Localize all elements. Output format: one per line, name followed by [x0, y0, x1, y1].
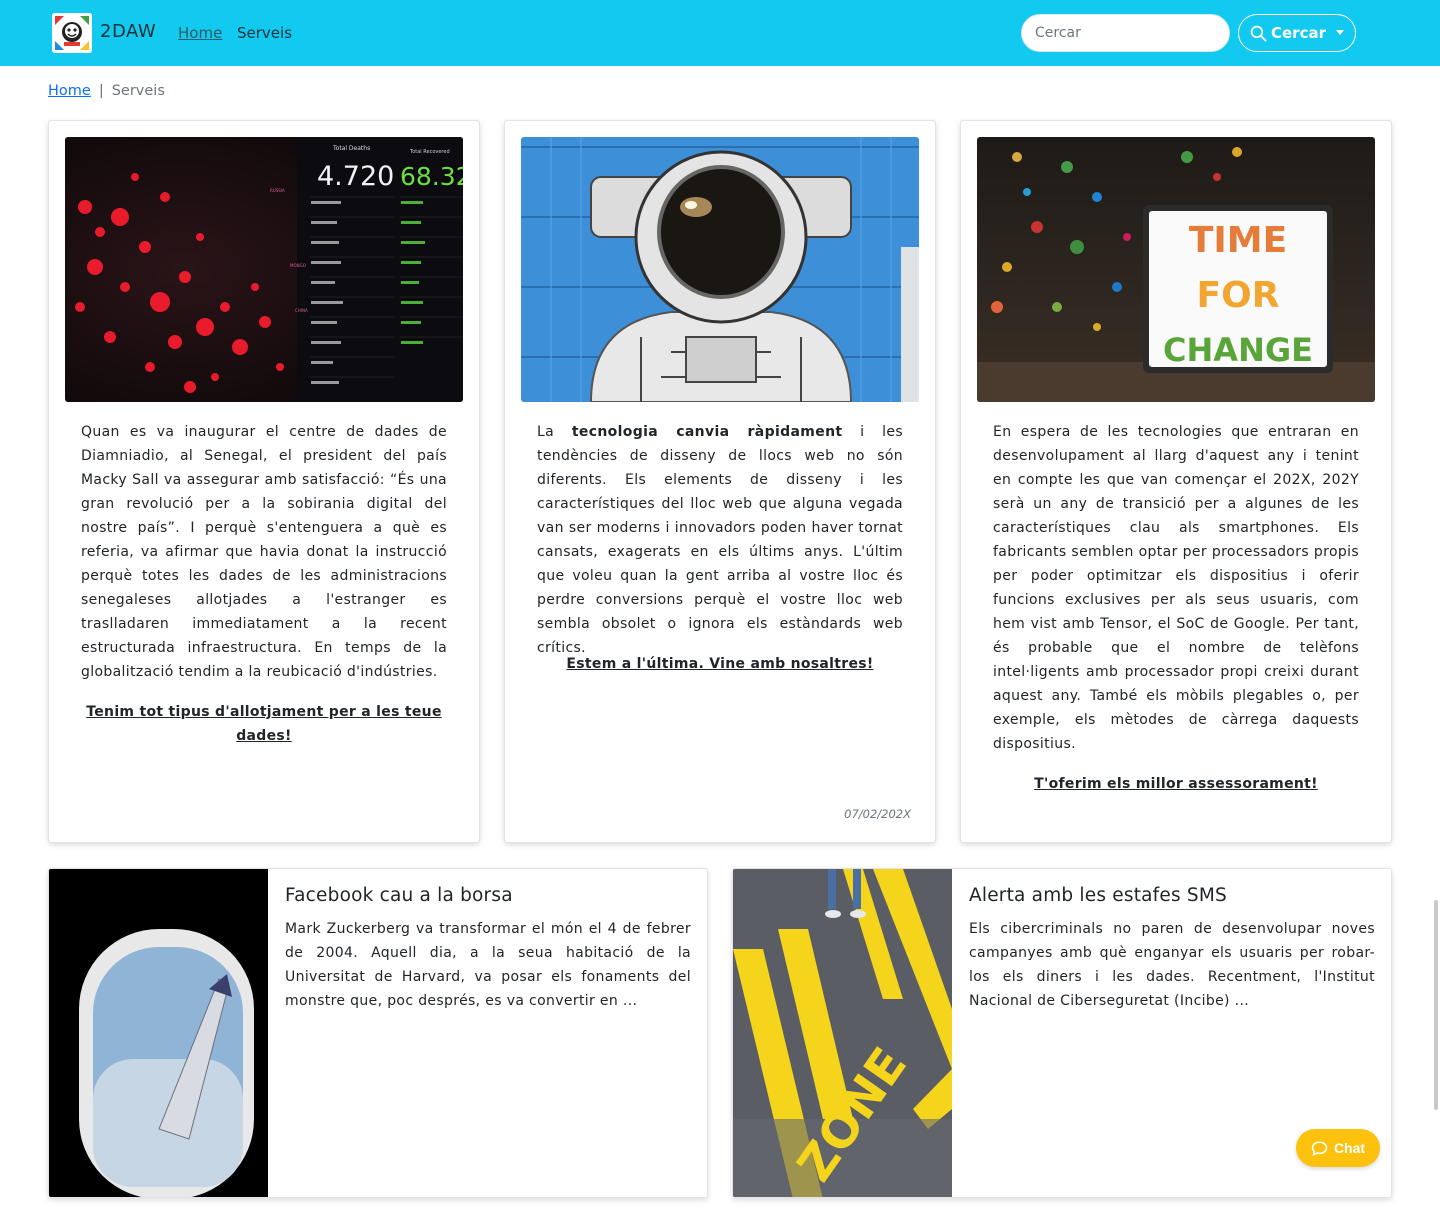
- image-total-deaths: 4.720: [317, 161, 394, 192]
- time-for-change-lightbox-image: TIME FOR CHANGE: [977, 137, 1375, 402]
- chat-bubble-icon: [1311, 1140, 1328, 1156]
- card-tecnologia-cta-link[interactable]: Estem a l'última. Vine amb nosaltres!: [537, 652, 903, 676]
- search-icon: [1250, 25, 1267, 41]
- page-scrollbar[interactable]: [1434, 900, 1438, 1110]
- breadcrumb-home[interactable]: Home: [48, 83, 91, 99]
- brand-name[interactable]: 2DAW: [100, 21, 156, 42]
- image-text-time: TIME: [1189, 220, 1287, 261]
- service-card-tecnologia: La tecnologia canvia ràpidament i les te…: [504, 120, 936, 843]
- breadcrumb: Home | Serveis: [48, 83, 165, 99]
- brand-logo[interactable]: [52, 13, 92, 53]
- service-card-smartphones: TIME FOR CHANGE En espera de les tecnolo…: [960, 120, 1392, 843]
- chat-label: Chat: [1333, 1140, 1366, 1156]
- card-datacenter-cta-link[interactable]: Tenim tot tipus d'allotjament per a les …: [81, 700, 447, 748]
- card-tecnologia-date: 07/02/202X: [844, 807, 911, 821]
- card-tecnologia-highlight: tecnologia canvia ràpidament: [571, 424, 843, 440]
- breadcrumb-current: Serveis: [111, 83, 165, 99]
- card-datacenter-text: Quan es va inaugurar el centre de dades …: [81, 424, 447, 680]
- svg-text:MONGO: MONGO: [290, 263, 306, 268]
- image-text-for: FOR: [1197, 275, 1280, 316]
- chat-button[interactable]: Chat: [1296, 1129, 1380, 1167]
- service-card-datacenter: RUSSIA MONGO CHINA Total Deaths Total Reco…: [48, 120, 480, 843]
- navbar: 2DAW Home Serveis Cercar: [0, 0, 1440, 66]
- nav-link-home[interactable]: Home: [178, 24, 222, 42]
- zone-road-marking-image: ZONE: [733, 869, 952, 1197]
- nav-link-serveis[interactable]: Serveis: [237, 24, 292, 42]
- card-tecnologia-text: La tecnologia canvia ràpidament i les te…: [537, 424, 903, 656]
- svg-text:CHINA: CHINA: [295, 308, 308, 313]
- image-total-recovered-label: Total Recovered: [409, 149, 450, 155]
- svg-text:RUSSIA: RUSSIA: [270, 188, 285, 193]
- search-button[interactable]: Cercar: [1238, 14, 1356, 52]
- airplane-window-image: [49, 869, 268, 1197]
- astronaut-containers-image: [521, 137, 919, 402]
- news-facebook-title[interactable]: Facebook cau a la borsa: [285, 885, 513, 906]
- image-text-change: CHANGE: [1163, 331, 1313, 369]
- chevron-down-icon: [1336, 29, 1344, 35]
- news-card-facebook: Facebook cau a la borsa Mark Zuckerberg …: [48, 868, 708, 1198]
- card-smartphones-text: En espera de les tecnologies que entrara…: [993, 424, 1359, 752]
- news-sms-text: Els cibercriminals no paren de desenvolu…: [969, 921, 1375, 1009]
- image-total-deaths-label: Total Deaths: [332, 145, 370, 152]
- news-card-sms: ZONE Alerta amb les estafes SMS Els cibe…: [732, 868, 1392, 1198]
- card-smartphones-cta-link[interactable]: T'oferim els millor assessorament!: [993, 772, 1359, 796]
- news-sms-title[interactable]: Alerta amb les estafes SMS: [969, 885, 1227, 906]
- covid-map-dashboard-image: RUSSIA MONGO CHINA Total Deaths Total Reco…: [65, 137, 463, 402]
- search-input[interactable]: [1021, 14, 1230, 52]
- news-facebook-text: Mark Zuckerberg va transformar el món el…: [285, 921, 691, 1009]
- breadcrumb-separator: |: [98, 83, 104, 99]
- search-button-label: Cercar: [1271, 24, 1326, 42]
- image-total-recovered: 68.324: [400, 162, 463, 191]
